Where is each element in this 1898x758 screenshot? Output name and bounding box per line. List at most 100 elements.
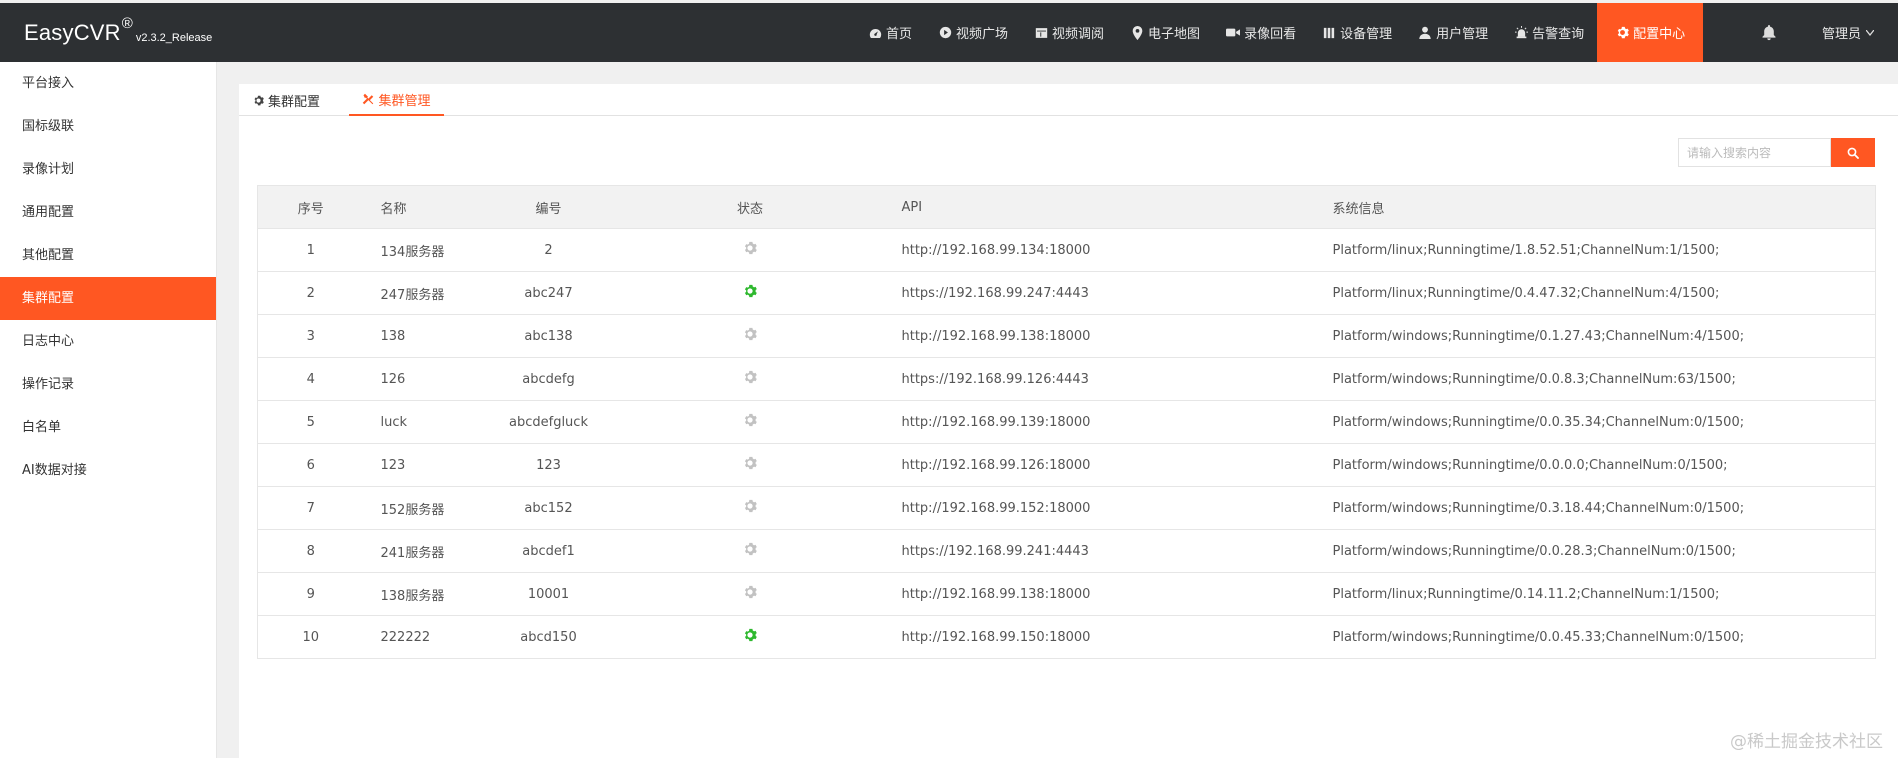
search-button[interactable]	[1831, 138, 1875, 167]
table-row[interactable]: 4 126 abcdefg https://192.168.99.126:4443 Pl…	[257, 357, 1876, 401]
nav-item-7[interactable]: 告警查询	[1501, 3, 1597, 62]
table-row[interactable]: 6 123 123 http://192.168.99.126:18000 Platfo…	[257, 443, 1876, 487]
header-api: API	[876, 185, 1333, 229]
tab-label: 集群管理	[378, 93, 431, 109]
gear-icon	[253, 95, 264, 106]
cell-code: 123	[473, 443, 624, 487]
sidebar-item-1[interactable]: 国标级联	[0, 105, 216, 148]
nav-item-1[interactable]: 视频广场	[925, 3, 1021, 62]
cell-index: 5	[257, 400, 364, 444]
nav-item-4[interactable]: 录像回看	[1213, 3, 1309, 62]
nav-item-label: 视频广场	[956, 27, 1009, 42]
cell-status	[623, 271, 877, 315]
registered-mark: ®	[121, 15, 133, 32]
nav-item-label: 录像回看	[1244, 27, 1297, 42]
table-row[interactable]: 5 luck abcdefgluck http://192.168.99.139:18…	[257, 400, 1876, 444]
cell-code: abcdefgluck	[473, 400, 624, 444]
app-logo[interactable]: EasyCVR ® v2.3.2_Release	[24, 3, 212, 62]
cell-index: 4	[257, 357, 364, 401]
cell-api: http://192.168.99.134:18000	[876, 228, 1333, 272]
cell-api: http://192.168.99.126:18000	[876, 443, 1333, 487]
status-offline-icon	[743, 542, 757, 560]
nav-item-3[interactable]: 电子地图	[1117, 3, 1213, 62]
sidebar-item-0[interactable]: 平台接入	[0, 62, 216, 105]
table-header-row: 序号 名称 编号 状态 API 系统信息	[257, 185, 1876, 229]
cell-code: abcdef1	[473, 529, 624, 573]
search-input[interactable]	[1678, 138, 1831, 167]
cell-api: http://192.168.99.139:18000	[876, 400, 1333, 444]
sidebar-item-5[interactable]: 集群配置	[0, 277, 216, 320]
cell-api: http://192.168.99.152:18000	[876, 486, 1333, 530]
cell-status	[623, 314, 877, 358]
user-menu[interactable]: 管理员	[1822, 3, 1875, 62]
sidebar-item-8[interactable]: 白名单	[0, 406, 216, 449]
table-row[interactable]: 9 138服务器 10001 http://192.168.99.138:18000 P…	[257, 572, 1876, 616]
table-row[interactable]: 7 152服务器 abc152 http://192.168.99.152:18000…	[257, 486, 1876, 530]
nav-item-label: 设备管理	[1340, 27, 1393, 42]
cell-name: 241服务器	[363, 529, 474, 573]
cluster-table: 序号 名称 编号 状态 API 系统信息 1 134服务器 2 http://192.…	[257, 185, 1876, 659]
header-status: 状态	[623, 185, 877, 229]
cell-system-info: Platform/linux;Runningtime/0.14.11.2;Cha…	[1332, 572, 1876, 616]
tab-bar: 集群配置 集群管理	[239, 84, 1898, 116]
cell-status	[623, 443, 877, 487]
cell-system-info: Platform/linux;Runningtime/1.8.52.51;Cha…	[1332, 228, 1876, 272]
video-camera-icon	[1226, 26, 1241, 40]
table-row[interactable]: 10 222222 abcd150 http://192.168.99.150:180…	[257, 615, 1876, 659]
nav-item-label: 告警查询	[1532, 27, 1585, 42]
status-offline-icon	[743, 327, 757, 345]
cell-system-info: Platform/windows;Runningtime/0.0.0.0;Cha…	[1332, 443, 1876, 487]
sidebar-item-6[interactable]: 日志中心	[0, 320, 216, 363]
sidebar-item-3[interactable]: 通用配置	[0, 191, 216, 234]
list-icon	[1322, 26, 1336, 40]
header-code: 编号	[473, 185, 624, 229]
cell-api: http://192.168.99.138:18000	[876, 572, 1333, 616]
cell-system-info: Platform/windows;Runningtime/0.3.18.44;C…	[1332, 486, 1876, 530]
cell-status	[623, 357, 877, 401]
cell-code: abc247	[473, 271, 624, 315]
cell-system-info: Platform/windows;Runningtime/0.0.8.3;Cha…	[1332, 357, 1876, 401]
map-pin-icon	[1130, 25, 1144, 40]
nav-item-2[interactable]: 视频调阅	[1021, 3, 1117, 62]
cell-code: abc138	[473, 314, 624, 358]
nav-item-8[interactable]: 配置中心	[1597, 3, 1704, 62]
cell-api: https://192.168.99.126:4443	[876, 357, 1333, 401]
sidebar-item-9[interactable]: AI数据对接	[0, 449, 216, 492]
nav-item-label: 视频调阅	[1052, 27, 1105, 42]
nav-item-0[interactable]: 首页	[855, 3, 925, 62]
tools-icon	[362, 93, 374, 105]
status-offline-icon	[743, 499, 757, 517]
table-row[interactable]: 2 247服务器 abc247 https://192.168.99.247:4443…	[257, 271, 1876, 315]
watermark: @稀土掘金技术社区	[1730, 732, 1883, 752]
cell-name: 138	[363, 314, 474, 358]
notification-bell-icon[interactable]	[1743, 3, 1795, 62]
cell-index: 8	[257, 529, 364, 573]
play-circle-icon	[938, 26, 952, 40]
cell-system-info: Platform/windows;Runningtime/0.0.28.3;Ch…	[1332, 529, 1876, 573]
layout-icon	[1034, 26, 1048, 40]
tab-cluster-manage[interactable]: 集群管理	[349, 84, 444, 116]
table-row[interactable]: 3 138 abc138 http://192.168.99.138:18000 Pla…	[257, 314, 1876, 358]
cell-system-info: Platform/linux;Runningtime/0.4.47.32;Cha…	[1332, 271, 1876, 315]
cell-api: http://192.168.99.138:18000	[876, 314, 1333, 358]
cell-status	[623, 572, 877, 616]
search-icon	[1847, 147, 1859, 159]
cell-name: 134服务器	[363, 228, 474, 272]
sidebar-item-2[interactable]: 录像计划	[0, 148, 216, 191]
cell-code: abcdefg	[473, 357, 624, 401]
tab-cluster-config[interactable]: 集群配置	[253, 84, 333, 116]
cell-name: 152服务器	[363, 486, 474, 530]
status-offline-icon	[743, 585, 757, 603]
nav-item-6[interactable]: 用户管理	[1405, 3, 1501, 62]
sidebar-item-7[interactable]: 操作记录	[0, 363, 216, 406]
cell-status	[623, 529, 877, 573]
cell-system-info: Platform/windows;Runningtime/0.0.45.33;C…	[1332, 615, 1876, 659]
sidebar-item-4[interactable]: 其他配置	[0, 234, 216, 277]
cell-status	[623, 228, 877, 272]
tab-label: 集群配置	[268, 94, 321, 110]
gear-icon	[1615, 26, 1629, 40]
table-row[interactable]: 1 134服务器 2 http://192.168.99.134:18000 Platf…	[257, 228, 1876, 272]
table-row[interactable]: 8 241服务器 abcdef1 https://192.168.99.241:444…	[257, 529, 1876, 573]
nav-item-5[interactable]: 设备管理	[1309, 3, 1405, 62]
nav-item-label: 配置中心	[1633, 27, 1686, 42]
